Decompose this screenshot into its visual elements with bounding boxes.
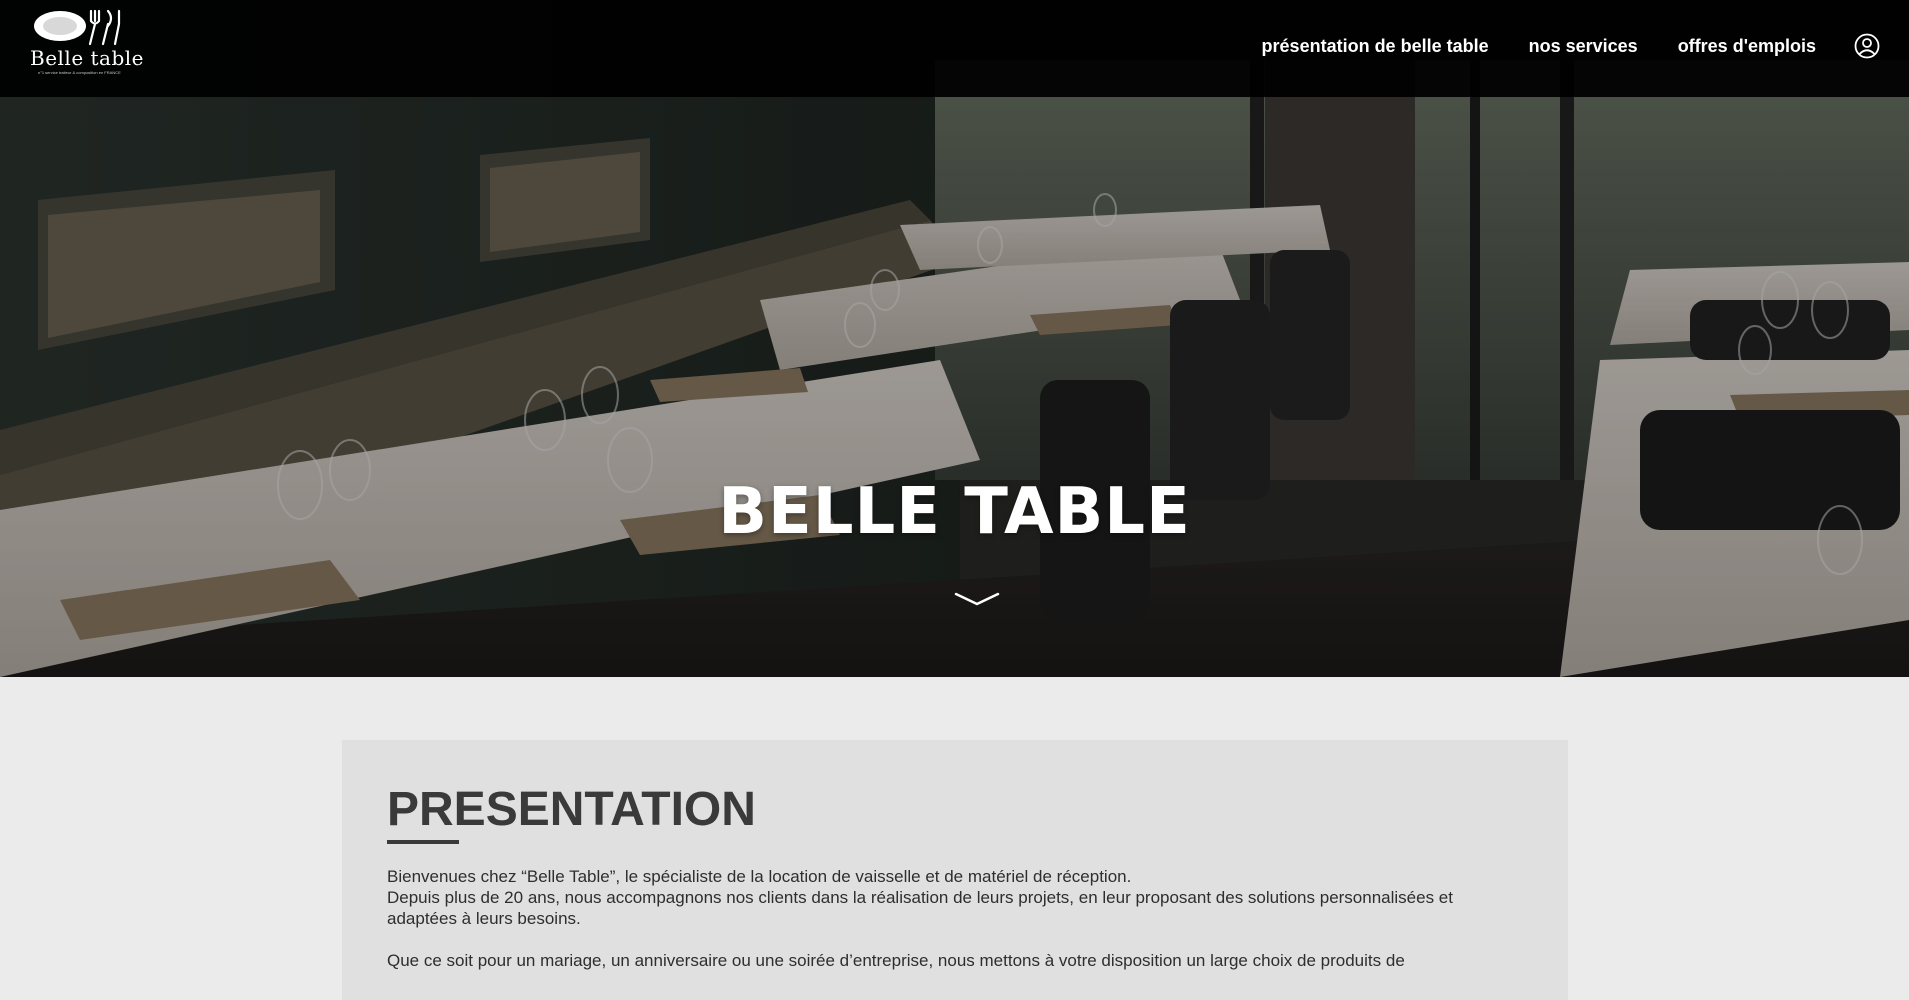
intro-line-2: Depuis plus de 20 ans, nous accompagnons… [387,888,1453,928]
intro-line-1: Bienvenues chez “Belle Table”, le spécia… [387,867,1132,886]
chevron-down-icon[interactable] [952,590,1002,610]
brand-tagline: n°1 service traiteur & composition en FR… [38,70,121,75]
main-nav: présentation de belle table nos services… [1262,36,1816,57]
title-underline [387,840,459,844]
user-circle-icon[interactable] [1854,33,1880,59]
intro-paragraph-2: Que ce soit pour un mariage, un annivers… [387,951,1405,970]
brand-name: Belle table [30,46,145,70]
section-title: PRESENTATION [387,783,756,836]
nav-item-services[interactable]: nos services [1529,36,1638,57]
nav-item-jobs[interactable]: offres d'emplois [1678,36,1816,57]
hero-banner: BELLE TABLE [0,0,1909,677]
hero-title: BELLE TABLE [718,475,1191,549]
restaurant-photo [0,0,1909,677]
presentation-card: PRESENTATION Bienvenues chez “Belle Tabl… [342,740,1568,1000]
top-navbar: Belle table n°1 service traiteur & compo… [0,0,1909,97]
nav-item-presentation[interactable]: présentation de belle table [1262,36,1489,57]
